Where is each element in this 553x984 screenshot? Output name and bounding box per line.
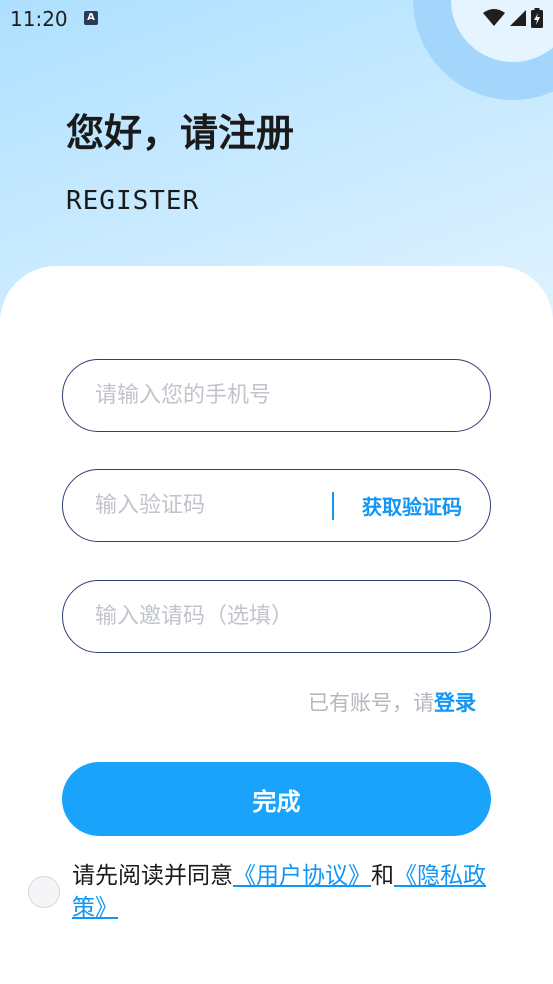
register-screen: 11:20 A 您好，请注册 REGISTER 获取验证码 已有账号	[0, 0, 553, 984]
user-agreement-link[interactable]: 《用户协议》	[233, 863, 371, 889]
submit-button[interactable]: 完成	[62, 762, 491, 836]
status-time: 11:20	[10, 7, 68, 31]
page-subtitle: REGISTER	[66, 186, 200, 216]
cellular-signal-icon	[510, 10, 526, 26]
wifi-icon	[483, 9, 505, 26]
login-prompt: 已有账号，请登录	[308, 687, 476, 717]
agreement-checkbox[interactable]	[28, 876, 60, 908]
verification-code-field: 获取验证码	[62, 469, 491, 542]
invite-code-input[interactable]	[93, 603, 490, 630]
field-divider	[332, 491, 334, 520]
page-title: 您好，请注册	[66, 111, 295, 155]
verification-code-input[interactable]	[93, 492, 332, 519]
agreement-prefix: 请先阅读并同意	[72, 863, 233, 889]
agreement-text: 请先阅读并同意《用户协议》和《隐私政策》	[72, 860, 512, 924]
status-bar: 11:20 A	[0, 0, 553, 38]
invite-code-field	[62, 580, 491, 653]
battery-charging-icon	[531, 8, 543, 28]
login-link[interactable]: 登录	[434, 691, 476, 715]
system-icons	[483, 8, 543, 28]
login-prompt-text: 已有账号，请	[308, 691, 434, 715]
get-code-button[interactable]: 获取验证码	[362, 491, 462, 520]
agreement-conjunction: 和	[371, 863, 394, 889]
phone-input[interactable]	[93, 382, 490, 409]
app-notification-icon: A	[84, 11, 98, 25]
phone-field	[62, 359, 491, 432]
